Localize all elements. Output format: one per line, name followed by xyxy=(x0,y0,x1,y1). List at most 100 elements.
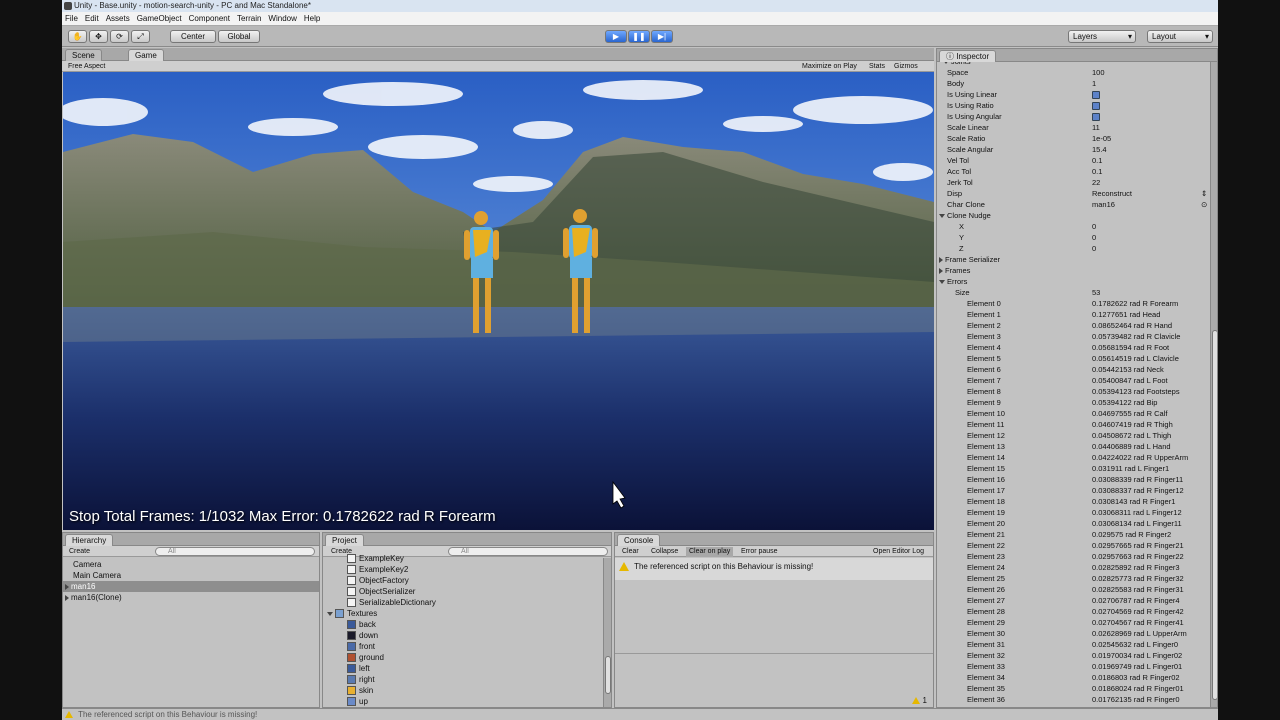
field-value[interactable]: 0.0186803 rad R Finger02 xyxy=(1092,672,1180,683)
dropdown-arrow-icon[interactable]: ⇕ xyxy=(1201,188,1207,199)
field-value[interactable]: 0.01970034 rad L Finger02 xyxy=(1092,650,1182,661)
field-value[interactable]: 0.01969749 rad L Finger01 xyxy=(1092,661,1182,672)
field-value[interactable]: 0.03088339 rad R Finger11 xyxy=(1092,474,1183,485)
menu-item-window[interactable]: Window xyxy=(268,14,296,23)
field-value[interactable]: 53 xyxy=(1092,287,1100,298)
layout-dropdown[interactable]: Layout ▾ xyxy=(1147,30,1213,43)
tab-hierarchy[interactable]: Hierarchy xyxy=(65,534,114,546)
tab-project[interactable]: Project xyxy=(325,534,364,546)
field-checkbox[interactable] xyxy=(1092,100,1100,111)
field-value[interactable]: 0.02706787 rad R Finger4 xyxy=(1092,595,1180,606)
field-value[interactable]: 0.02704567 rad R Finger41 xyxy=(1092,617,1184,628)
field-value[interactable]: 0.04607419 rad R Thigh xyxy=(1092,419,1173,430)
field-checkbox[interactable] xyxy=(1092,111,1100,122)
frame-serializer-header[interactable]: Frame Serializer xyxy=(937,254,1209,265)
foldout-arrow-icon[interactable] xyxy=(943,62,949,65)
field-value[interactable]: 0.02704569 rad R Finger42 xyxy=(1092,606,1184,617)
hierarchy-search-input[interactable]: All xyxy=(155,547,315,556)
field-value[interactable]: 0.05442153 rad Neck xyxy=(1092,364,1164,375)
field-value[interactable]: 0.02545632 rad L Finger0 xyxy=(1092,639,1178,650)
project-item[interactable]: ExampleKey xyxy=(347,553,404,564)
clone-nudge-header[interactable]: Clone Nudge xyxy=(937,210,1209,221)
pivot-global-button[interactable]: Global xyxy=(218,30,260,43)
hierarchy-item[interactable]: Camera xyxy=(63,559,319,570)
field-value[interactable]: 0.08652464 rad R Hand xyxy=(1092,320,1172,331)
console-error-pause-toggle[interactable]: Error pause xyxy=(738,547,781,557)
project-texture-item[interactable]: front xyxy=(347,641,375,652)
menu-item-component[interactable]: Component xyxy=(189,14,230,23)
errors-header[interactable]: Errors xyxy=(937,276,1209,287)
field-value[interactable]: 0.05681594 rad R Foot xyxy=(1092,342,1169,353)
field-value[interactable]: 0.05400847 rad L Foot xyxy=(1092,375,1168,386)
pivot-center-button[interactable]: Center xyxy=(170,30,216,43)
field-value[interactable]: 0.04697555 rad R Calf xyxy=(1092,408,1167,419)
tab-game[interactable]: Game xyxy=(128,49,164,61)
project-texture-item[interactable]: back xyxy=(347,619,376,630)
project-texture-item[interactable]: down xyxy=(347,630,378,641)
hierarchy-create-button[interactable]: Create xyxy=(69,546,90,557)
foldout-arrow-icon[interactable] xyxy=(939,214,945,219)
project-texture-item[interactable]: left xyxy=(347,663,370,674)
field-value[interactable]: 0.05614519 rad L Clavicle xyxy=(1092,353,1179,364)
field-value[interactable]: 0.05394122 rad Bip xyxy=(1092,397,1157,408)
gizmos-dropdown[interactable]: Gizmos xyxy=(894,61,918,72)
field-checkbox[interactable] xyxy=(1092,89,1100,100)
checkbox-checked-icon[interactable] xyxy=(1092,102,1100,111)
pause-button[interactable]: ❚❚ xyxy=(628,30,650,43)
project-scrollbar[interactable] xyxy=(603,558,611,707)
field-value[interactable]: 15.4 xyxy=(1092,144,1107,155)
field-value[interactable]: 0.029575 rad R Finger2 xyxy=(1092,529,1171,540)
rotate-tool-icon[interactable]: ⟳ xyxy=(110,30,129,43)
field-value[interactable]: 0.01868024 rad R Finger01 xyxy=(1092,683,1184,694)
expand-arrow-icon[interactable] xyxy=(327,611,333,616)
step-button[interactable]: ▶| xyxy=(651,30,673,43)
field-value[interactable]: 0.02628969 rad L UpperArm xyxy=(1092,628,1187,639)
field-value[interactable]: 1e-05 xyxy=(1092,133,1111,144)
project-folder-textures[interactable]: Textures xyxy=(327,608,377,619)
layers-dropdown[interactable]: Layers ▾ xyxy=(1068,30,1136,43)
field-value[interactable]: 0.0308143 rad R Finger1 xyxy=(1092,496,1175,507)
field-value[interactable]: 0.03068311 rad L Finger12 xyxy=(1092,507,1182,518)
field-value[interactable]: 0.04508672 rad L Thigh xyxy=(1092,430,1171,441)
field-value[interactable]: 0.03068134 rad L Finger11 xyxy=(1092,518,1182,529)
field-value[interactable]: 0.02825583 rad R Finger31 xyxy=(1092,584,1184,595)
tab-scene[interactable]: Scene xyxy=(65,49,102,61)
field-value[interactable]: 0.02825892 rad R Finger3 xyxy=(1092,562,1180,573)
hand-tool-icon[interactable]: ✋ xyxy=(68,30,87,43)
field-value[interactable]: 0.1 xyxy=(1092,155,1102,166)
project-item[interactable]: ObjectFactory xyxy=(347,575,409,586)
tab-console[interactable]: Console xyxy=(617,534,661,546)
field-value[interactable]: 0.02957665 rad R Finger21 xyxy=(1092,540,1184,551)
field-value[interactable]: 0.04224022 rad R UpperArm xyxy=(1092,452,1188,463)
field-value[interactable]: Reconstruct xyxy=(1092,188,1132,199)
aspect-dropdown[interactable]: Free Aspect xyxy=(68,61,105,72)
object-picker-icon[interactable]: ⊙ xyxy=(1201,199,1207,210)
game-viewport[interactable]: Stop Total Frames: 1/1032 Max Error: 0.1… xyxy=(63,72,934,530)
field-value[interactable]: 0.05739482 rad R Clavicle xyxy=(1092,331,1180,342)
console-clear-button[interactable]: Clear xyxy=(619,547,642,557)
menu-item-help[interactable]: Help xyxy=(304,14,320,23)
field-value[interactable]: 0.1 xyxy=(1092,166,1102,177)
frames-header[interactable]: Frames xyxy=(937,265,1209,276)
play-button[interactable]: ▶ xyxy=(605,30,627,43)
field-value[interactable]: 0.031911 rad L Finger1 xyxy=(1092,463,1169,474)
field-value[interactable]: 0.01762135 rad R Finger0 xyxy=(1092,694,1180,705)
field-value[interactable]: 1 xyxy=(1092,78,1096,89)
field-value[interactable]: 0.03088337 rad R Finger12 xyxy=(1092,485,1184,496)
menu-item-assets[interactable]: Assets xyxy=(106,14,130,23)
field-value[interactable]: man16 xyxy=(1092,199,1115,210)
stats-toggle[interactable]: Stats xyxy=(869,61,885,72)
inspector-scrollbar[interactable] xyxy=(1210,62,1217,707)
hierarchy-item[interactable]: man16(Clone) xyxy=(63,592,319,603)
project-search-input[interactable]: All xyxy=(448,547,608,556)
field-value[interactable]: 0.1782622 rad R Forearm xyxy=(1092,298,1178,309)
checkbox-checked-icon[interactable] xyxy=(1092,91,1100,100)
menu-item-edit[interactable]: Edit xyxy=(85,14,99,23)
project-item[interactable]: ObjectSerializer xyxy=(347,586,415,597)
console-collapse-button[interactable]: Collapse xyxy=(648,547,681,557)
expand-arrow-icon[interactable] xyxy=(65,583,69,590)
inspector-scrollbar-thumb[interactable] xyxy=(1212,330,1217,700)
project-scrollbar-thumb[interactable] xyxy=(605,656,611,694)
tab-inspector[interactable]: ⓘ Inspector xyxy=(939,50,997,62)
menu-item-file[interactable]: File xyxy=(65,14,78,23)
